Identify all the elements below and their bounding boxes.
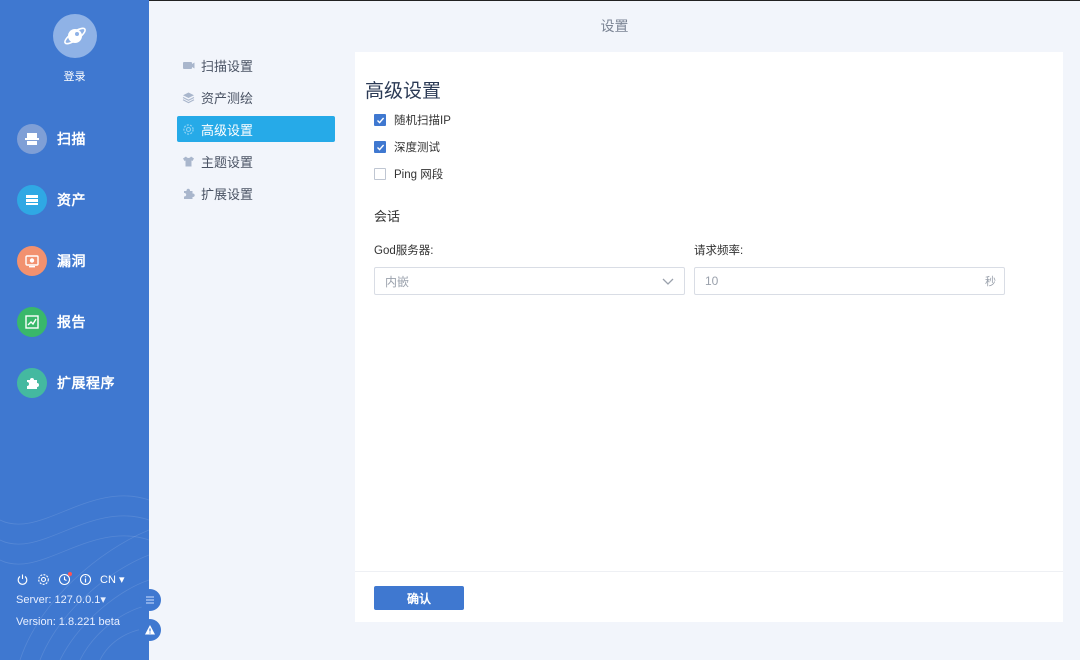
scan-icon (17, 123, 47, 154)
request-rate-label: 请求频率: (694, 245, 744, 257)
panel-title: 高级设置 (365, 81, 442, 102)
nav-label: 资产 (57, 191, 86, 208)
request-rate-input[interactable] (705, 274, 985, 288)
rate-unit: 秒 (985, 276, 996, 288)
gear-icon[interactable] (37, 573, 50, 586)
footer-divider (355, 571, 1063, 572)
session-section-title: 会话 (374, 209, 401, 224)
menu-item-label: 扫描设置 (201, 58, 254, 74)
sidebar-wave-decoration (0, 495, 149, 660)
notification-dot (68, 571, 72, 576)
nav-item-reports[interactable]: 报告 (0, 291, 149, 352)
app-logo[interactable] (52, 14, 97, 58)
checkbox-checked-icon (374, 141, 386, 153)
menu-item-extension-settings[interactable]: 扩展设置 (177, 180, 335, 206)
caret-down-icon: ▾ (100, 594, 106, 606)
god-server-select[interactable]: 内嵌 (374, 267, 685, 295)
extension-icon (17, 367, 47, 398)
nav-item-assets[interactable]: 资产 (0, 169, 149, 230)
server-selector[interactable]: Server: 127.0.0.1▾ (16, 593, 149, 607)
server-value: Server: 127.0.0.1 (16, 594, 101, 606)
random-scan-ip-checkbox[interactable]: 随机扫描IP (374, 112, 451, 128)
deep-test-checkbox[interactable]: 深度测试 (374, 139, 440, 155)
puzzle-icon (181, 186, 195, 200)
language-selector[interactable]: CN ▾ (100, 573, 124, 586)
nav-item-extensions[interactable]: 扩展程序 (0, 352, 149, 413)
checkbox-checked-icon (374, 114, 386, 126)
asset-icon (17, 184, 47, 215)
nav-label: 扫描 (57, 130, 86, 147)
settings-menu: 扫描设置 资产测绘 高级设置 主题设置 扩展设置 (177, 52, 335, 212)
planet-logo-icon (63, 27, 86, 45)
scan-settings-icon (181, 58, 195, 72)
menu-toggle-button[interactable] (139, 589, 161, 611)
menu-item-advanced-settings[interactable]: 高级设置 (177, 116, 335, 142)
gear-icon (181, 122, 195, 136)
nav-label: 扩展程序 (57, 374, 115, 391)
warning-icon (145, 625, 155, 635)
vuln-icon (17, 245, 47, 276)
shirt-icon (181, 154, 195, 168)
nav-item-vulnerabilities[interactable]: 漏洞 (0, 230, 149, 291)
god-server-label: God服务器: (374, 245, 434, 257)
sidebar: 登录 扫描 资产 漏洞 报告 扩展程序 CN ▾ Server: 127.0.0… (0, 0, 149, 660)
caret-down-icon: ▾ (118, 573, 125, 586)
menu-item-label: 扩展设置 (201, 186, 254, 202)
menu-item-label: 资产测绘 (201, 90, 254, 106)
menu-item-label: 高级设置 (201, 122, 254, 138)
layers-icon (181, 90, 195, 104)
checkbox-unchecked-icon (374, 168, 386, 180)
login-link[interactable]: 登录 (0, 68, 149, 84)
menu-lines-icon (146, 596, 154, 604)
menu-item-scan-settings[interactable]: 扫描设置 (177, 52, 335, 78)
info-icon[interactable] (79, 573, 92, 586)
version-text: Version: 1.8.221 beta (16, 616, 120, 628)
checkbox-label: Ping 网段 (394, 169, 444, 181)
menu-item-asset-mapping[interactable]: 资产测绘 (177, 84, 335, 110)
power-icon[interactable] (16, 573, 29, 586)
history-icon[interactable] (58, 571, 72, 586)
checkbox-label: 随机扫描IP (394, 115, 451, 127)
nav-label: 报告 (57, 313, 86, 330)
advanced-settings-panel: 高级设置 随机扫描IP 深度测试 Ping 网段 会话 God服务器: 请求频率… (355, 52, 1063, 622)
report-icon (17, 306, 47, 337)
ping-segment-checkbox[interactable]: Ping 网段 (374, 166, 443, 182)
request-rate-field: 秒 (694, 267, 1005, 295)
page-title: 设置 (149, 0, 1080, 50)
nav-label: 漏洞 (57, 252, 86, 269)
language-value: CN (100, 573, 116, 586)
warning-button[interactable] (139, 619, 161, 641)
menu-item-label: 主题设置 (201, 154, 254, 170)
main-nav: 扫描 资产 漏洞 报告 扩展程序 (0, 108, 149, 413)
confirm-button[interactable]: 确认 (374, 586, 464, 610)
checkbox-label: 深度测试 (394, 142, 440, 154)
chevron-down-icon (662, 278, 674, 285)
sidebar-footer: CN ▾ Server: 127.0.0.1▾ Version: 1.8.221… (16, 570, 149, 629)
menu-item-theme-settings[interactable]: 主题设置 (177, 148, 335, 174)
god-server-value: 内嵌 (385, 274, 410, 289)
nav-item-scan[interactable]: 扫描 (0, 108, 149, 169)
